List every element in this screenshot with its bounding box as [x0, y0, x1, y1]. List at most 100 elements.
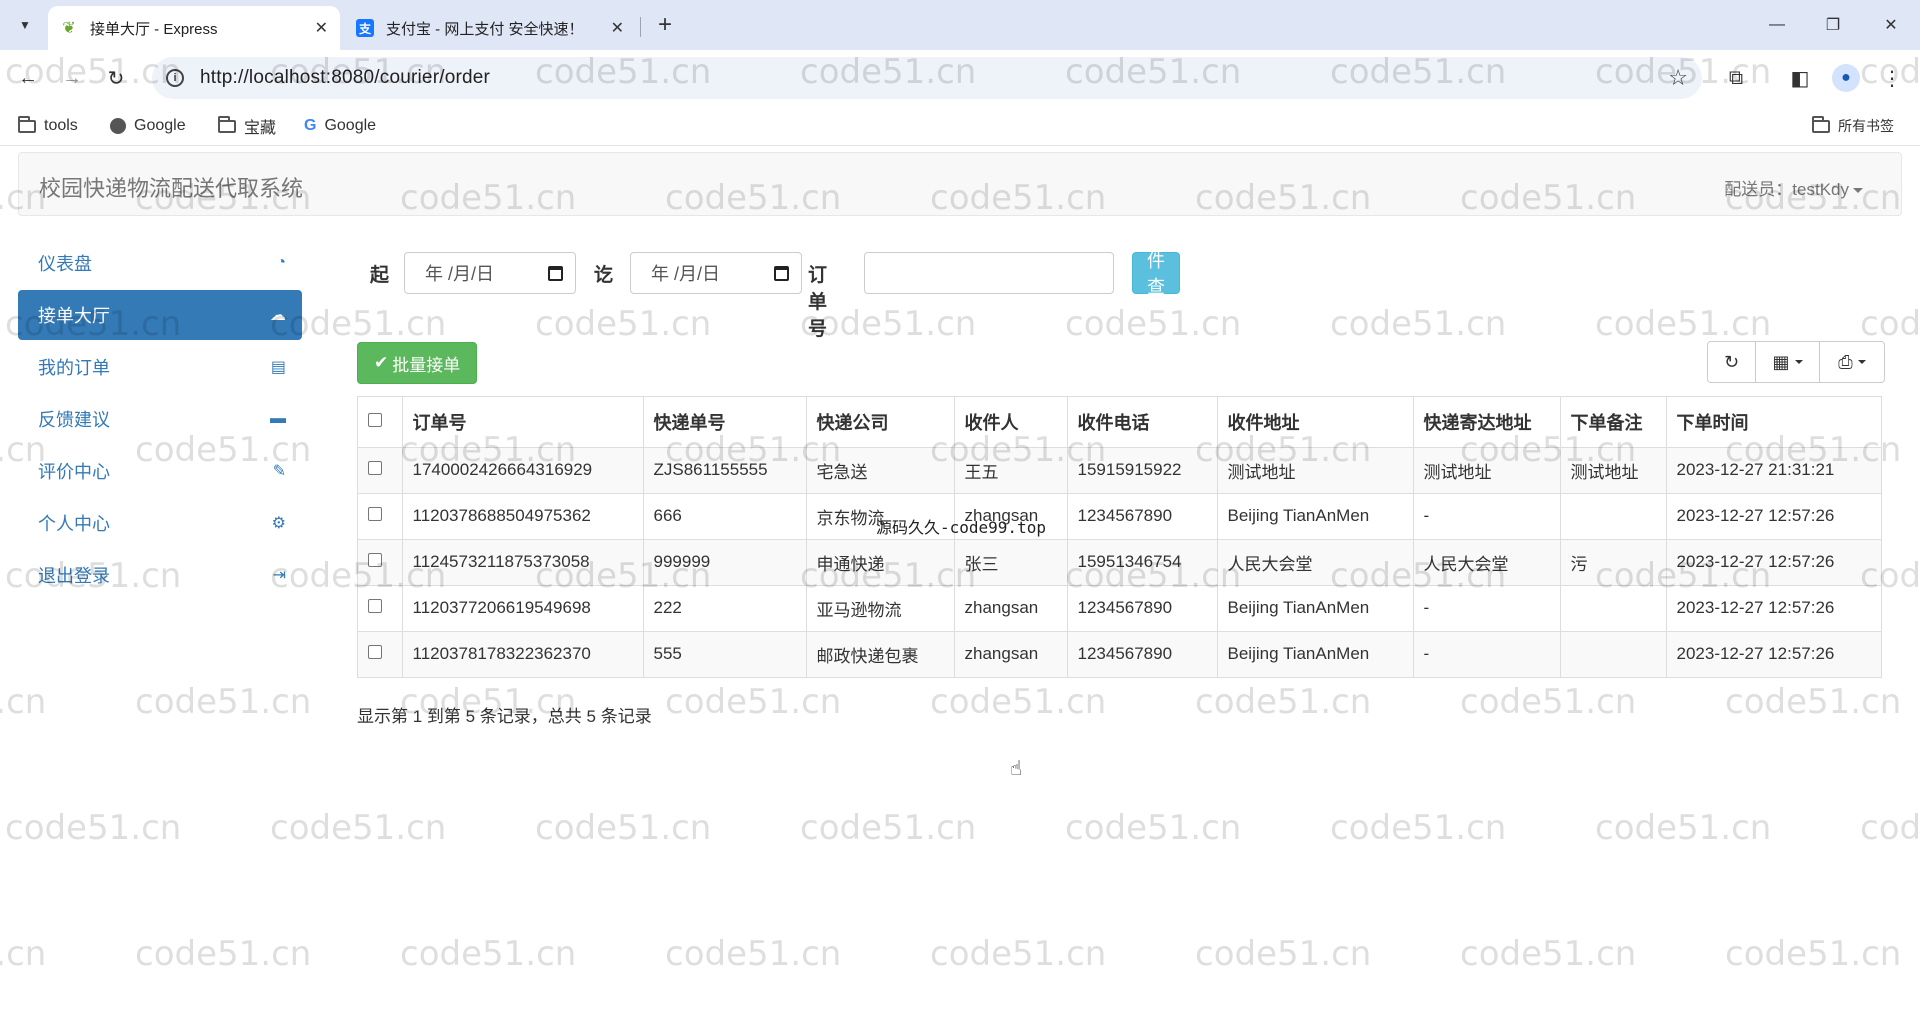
table-cell: [1560, 631, 1667, 677]
extensions-icon[interactable]: ⧉: [1722, 64, 1750, 92]
table-cell: 1234567890: [1067, 631, 1218, 677]
column-header[interactable]: 快递公司: [806, 397, 955, 448]
restore-button[interactable]: ❐: [1810, 10, 1856, 40]
globe-icon: [110, 118, 126, 134]
sidebar-item-my-orders[interactable]: 我的订单 ▤: [18, 342, 302, 392]
table-cell: 666: [643, 493, 807, 540]
sidebar-item-reviews[interactable]: 评价中心 ✎: [18, 446, 302, 496]
gear-icon: ⚙: [271, 515, 286, 532]
select-all-checkbox[interactable]: [368, 413, 382, 428]
table-cell: 15915915922: [1067, 447, 1218, 494]
calendar-icon[interactable]: [548, 265, 563, 281]
profile-avatar[interactable]: ●: [1832, 64, 1860, 92]
app-brand[interactable]: 校园快递物流配送代取系统: [39, 171, 303, 203]
watermark-text: code51.cn: [1330, 808, 1507, 848]
column-header[interactable]: 订单号: [402, 397, 644, 448]
bookmark-star-icon[interactable]: ☆: [1668, 65, 1688, 91]
watermark-text: code51.cn: [535, 304, 712, 344]
sidebar-item-label: 退出登录: [38, 566, 110, 586]
menu-icon[interactable]: ⋮: [1878, 64, 1906, 92]
row-checkbox[interactable]: [368, 461, 382, 475]
reload-button[interactable]: ↻: [102, 64, 130, 92]
tab-search-button[interactable]: ▼: [10, 12, 40, 38]
row-select-cell: [358, 493, 403, 540]
batch-accept-button[interactable]: ✔ 批量接单: [357, 342, 478, 384]
row-select-cell: [358, 539, 403, 586]
bookmark-google-2[interactable]: G Google: [304, 115, 376, 137]
dashboard-icon: ◔: [276, 254, 286, 271]
window-close-button[interactable]: ✕: [1868, 10, 1914, 40]
sidebar-item-profile[interactable]: 个人中心 ⚙: [18, 498, 302, 548]
tab-express[interactable]: ❦ 接单大厅 - Express ✕: [48, 6, 340, 50]
column-header[interactable]: 快递寄达地址: [1413, 397, 1561, 448]
column-header[interactable]: 下单备注: [1560, 397, 1667, 448]
table-row[interactable]: 1124573211875373058 999999 申通快递 张三 15951…: [358, 539, 1881, 586]
column-header[interactable]: 收件电话: [1067, 397, 1218, 448]
tab-alipay[interactable]: 支 支付宝 - 网上支付 安全快速！ ✕: [344, 6, 636, 50]
grid-icon: ▦: [1772, 351, 1790, 372]
column-header[interactable]: 下单时间: [1666, 397, 1881, 448]
browser-tabstrip: ▼ ❦ 接单大厅 - Express ✕ 支 支付宝 - 网上支付 安全快速！ …: [0, 0, 1920, 50]
table-cell: Beijing TianAnMen: [1217, 493, 1414, 540]
columns-button[interactable]: ▦: [1756, 342, 1820, 382]
column-header[interactable]: 收件人: [954, 397, 1068, 448]
address-bar[interactable]: i http://localhost:8080/courier/order ☆: [152, 57, 1702, 99]
row-checkbox[interactable]: [368, 599, 382, 613]
sidebar-item-logout[interactable]: 退出登录 ⇥: [18, 550, 302, 600]
table-cell: 999999: [643, 539, 807, 586]
table-cell: -: [1413, 631, 1561, 677]
sidebar-item-label: 评价中心: [38, 462, 110, 482]
calendar-icon[interactable]: [774, 265, 789, 281]
end-date-input[interactable]: 年 /月/日: [630, 252, 802, 294]
back-button[interactable]: ←: [14, 64, 42, 92]
start-date-input[interactable]: 年 /月/日: [404, 252, 576, 294]
row-checkbox[interactable]: [368, 645, 382, 660]
bookmark-treasure[interactable]: 宝藏: [218, 115, 276, 137]
table-cell: Beijing TianAnMen: [1217, 585, 1414, 632]
table-cell: 人民大会堂: [1413, 539, 1561, 586]
bookmark-label: 宝藏: [244, 120, 277, 137]
bookmark-tools[interactable]: tools: [18, 115, 78, 137]
forward-button[interactable]: →: [58, 64, 86, 92]
order-number-input[interactable]: [864, 252, 1114, 294]
side-panel-icon[interactable]: ◧: [1786, 64, 1814, 92]
tab-separator: [640, 17, 641, 37]
export-button[interactable]: ⎙: [1820, 342, 1884, 382]
table-cell: 555: [643, 631, 807, 677]
row-checkbox[interactable]: [368, 507, 382, 521]
list-icon: ▤: [270, 359, 286, 376]
sidebar-item-label: 反馈建议: [38, 410, 110, 430]
site-info-icon[interactable]: i: [166, 69, 184, 87]
sidebar-item-order-hall[interactable]: 接单大厅 ☁: [18, 290, 302, 340]
table-row[interactable]: 1120377206619549698 222 亚马逊物流 zhangsan 1…: [358, 585, 1881, 632]
user-dropdown[interactable]: 配送员：testKdy: [1724, 175, 1863, 200]
close-icon[interactable]: ✕: [611, 18, 624, 38]
sidebar-item-dashboard[interactable]: 仪表盘 ◔: [18, 238, 302, 288]
username: testKdy: [1792, 180, 1849, 199]
row-checkbox[interactable]: [368, 553, 382, 567]
table-cell: 1120378178322362370: [402, 631, 644, 677]
column-header[interactable]: 收件地址: [1217, 397, 1414, 448]
table-row[interactable]: 1120378178322362370 555 邮政快递包裹 zhangsan …: [358, 631, 1881, 677]
query-button[interactable]: 条件查询: [1132, 225, 1180, 323]
watermark-text: code51.cn: [665, 682, 842, 722]
google-icon: G: [304, 117, 317, 134]
table-row[interactable]: 1740002426664316929 ZJS861155555 宅急送 王五 …: [358, 447, 1881, 494]
column-header[interactable]: 快递单号: [643, 397, 807, 448]
watermark-text: code51.cn: [400, 934, 577, 974]
table-row[interactable]: 1120378688504975362 666 京东物流 zhangsan 12…: [358, 493, 1881, 540]
sidebar-item-label: 仪表盘: [38, 254, 92, 274]
table-cell: 1740002426664316929: [402, 447, 644, 494]
watermark-text: code51.cn: [1725, 934, 1902, 974]
all-bookmarks[interactable]: 所有书签: [1812, 115, 1894, 137]
row-select-cell: [358, 585, 403, 632]
bookmark-google[interactable]: Google: [110, 115, 186, 137]
minimize-button[interactable]: —: [1754, 10, 1800, 40]
close-icon[interactable]: ✕: [315, 18, 328, 38]
folder-icon: [1812, 115, 1830, 133]
row-select-cell: [358, 447, 403, 494]
table-cell: 1234567890: [1067, 493, 1218, 540]
sidebar-item-feedback[interactable]: 反馈建议 ▬: [18, 394, 302, 444]
refresh-button[interactable]: ↻: [1708, 342, 1756, 382]
new-tab-button[interactable]: +: [650, 10, 680, 40]
